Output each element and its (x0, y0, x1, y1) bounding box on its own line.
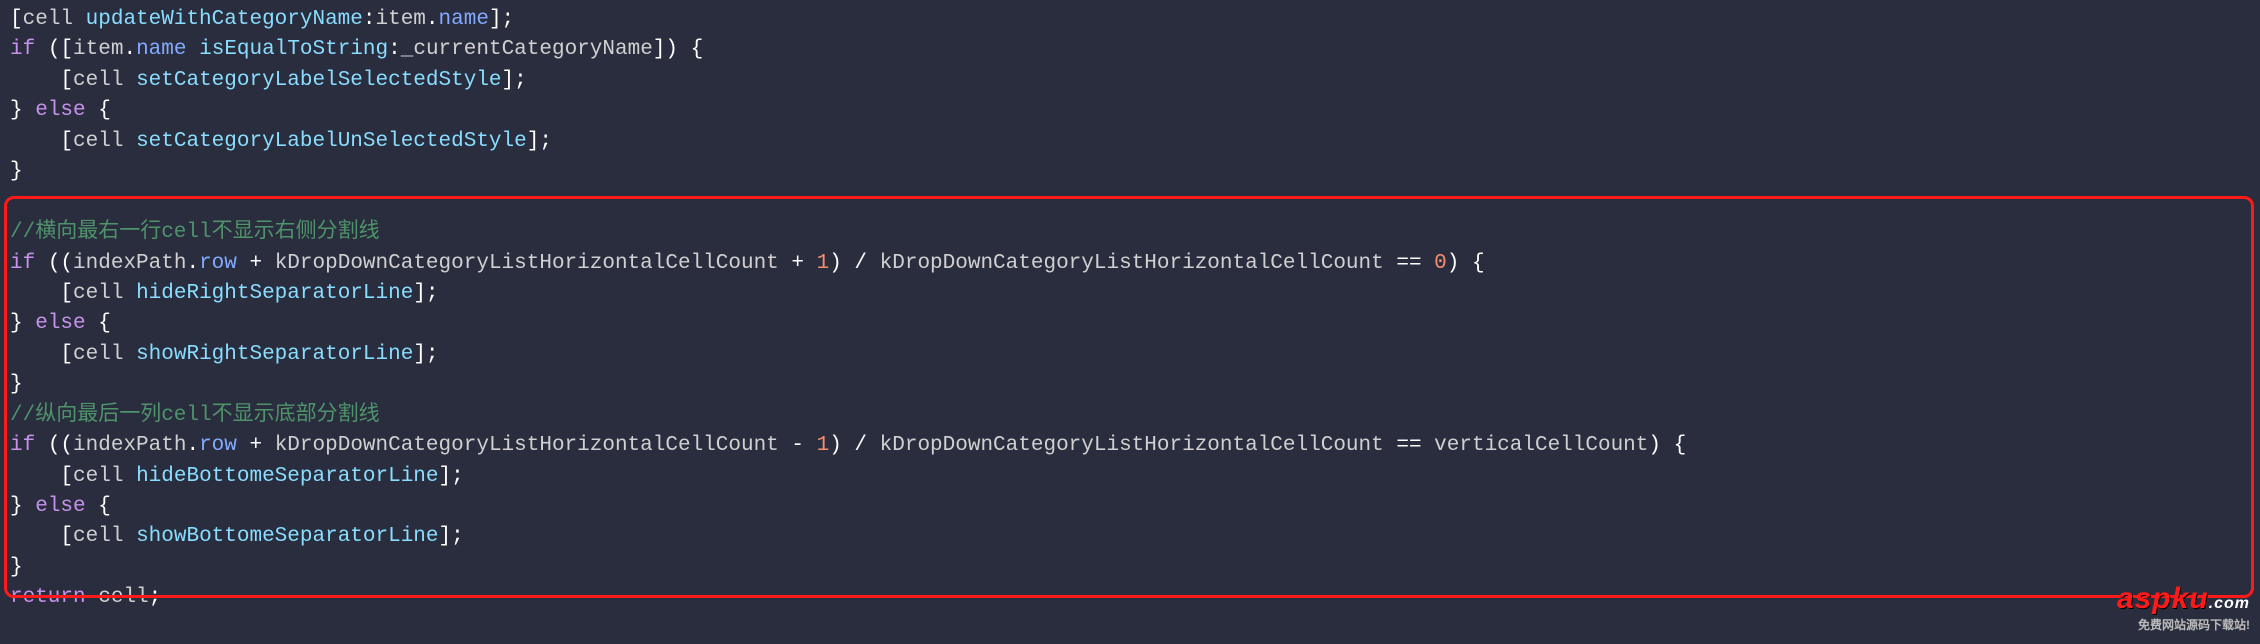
method-call: hideBottomeSeparatorLine (136, 465, 438, 488)
keyword-else: else (35, 495, 85, 518)
keyword-if: if (10, 38, 35, 61)
paren-close: ) / (829, 434, 879, 457)
number: 1 (817, 252, 830, 275)
brace-close: } (10, 99, 23, 122)
bracket-open: [ (60, 343, 73, 366)
bracket-close: ]; (527, 130, 552, 153)
bracket-close: ]; (502, 69, 527, 92)
dot: . (123, 38, 136, 61)
identifier: cell (73, 525, 123, 548)
bracket-open: [ (60, 130, 73, 153)
identifier: _currentCategoryName (401, 38, 653, 61)
keyword-if: if (10, 434, 35, 457)
bracket-close: ]; (439, 465, 464, 488)
watermark-main: aspku (2117, 582, 2209, 615)
comment: //横向最右一行cell不显示右侧分割线 (10, 221, 380, 244)
bracket-close: ]; (489, 8, 514, 31)
identifier: cell (73, 69, 123, 92)
method-call: setCategoryLabelUnSelectedStyle (136, 130, 527, 153)
bracket-open: [ (10, 8, 23, 31)
identifier: cell (23, 8, 73, 31)
brace-open: { (98, 495, 111, 518)
identifier: cell (73, 343, 123, 366)
number: 1 (817, 434, 830, 457)
code-editor-area[interactable]: [cell updateWithCategoryName:item.name];… (0, 0, 2260, 619)
brace-open: { (98, 99, 111, 122)
property: row (199, 434, 237, 457)
paren-close: ) { (1447, 252, 1485, 275)
brace-close: } (10, 373, 23, 396)
brace-close: } (10, 556, 23, 579)
method-call: updateWithCategoryName (86, 8, 363, 31)
method-call: showRightSeparatorLine (136, 343, 413, 366)
brace-close: } (10, 495, 23, 518)
identifier: indexPath (73, 434, 186, 457)
method-call: showBottomeSeparatorLine (136, 525, 438, 548)
keyword-return: return (10, 586, 86, 609)
identifier: cell (73, 465, 123, 488)
keyword-else: else (35, 312, 85, 335)
paren-close: ) / (829, 252, 879, 275)
semicolon: ; (149, 586, 162, 609)
watermark-com: .com (2209, 595, 2250, 612)
bracket-open: [ (60, 69, 73, 92)
keyword-if: if (10, 252, 35, 275)
paren-close: ]) { (653, 38, 703, 61)
brace-close: } (10, 160, 23, 183)
operator: + (237, 252, 275, 275)
identifier: cell (98, 586, 148, 609)
identifier: item (376, 8, 426, 31)
identifier: item (73, 38, 123, 61)
comment: //纵向最后一列cell不显示底部分割线 (10, 404, 380, 427)
brace-open: { (98, 312, 111, 335)
operator: == (1384, 434, 1434, 457)
bracket-open: [ (60, 525, 73, 548)
paren-open: (( (48, 252, 73, 275)
code-content: [cell updateWithCategoryName:item.name];… (10, 5, 2250, 614)
bracket-close: ]; (413, 282, 438, 305)
property: name (136, 38, 186, 61)
identifier: cell (73, 130, 123, 153)
identifier: indexPath (73, 252, 186, 275)
colon: : (363, 8, 376, 31)
identifier: verticalCellCount (1434, 434, 1648, 457)
brace-close: } (10, 312, 23, 335)
number: 0 (1434, 252, 1447, 275)
operator: == (1384, 252, 1434, 275)
constant: kDropDownCategoryListHorizontalCellCount (880, 252, 1384, 275)
colon: : (388, 38, 401, 61)
dot: . (426, 8, 439, 31)
constant: kDropDownCategoryListHorizontalCellCount (275, 434, 779, 457)
paren-open: ([ (48, 38, 73, 61)
constant: kDropDownCategoryListHorizontalCellCount (275, 252, 779, 275)
paren-close: ) { (1648, 434, 1686, 457)
dot: . (186, 434, 199, 457)
property: name (439, 8, 489, 31)
method-call: setCategoryLabelSelectedStyle (136, 69, 501, 92)
method-call: hideRightSeparatorLine (136, 282, 413, 305)
property: row (199, 252, 237, 275)
operator: - (779, 434, 817, 457)
bracket-close: ]; (413, 343, 438, 366)
operator: + (237, 434, 275, 457)
bracket-open: [ (60, 465, 73, 488)
paren-open: (( (48, 434, 73, 457)
operator: + (779, 252, 817, 275)
constant: kDropDownCategoryListHorizontalCellCount (880, 434, 1384, 457)
watermark: aspku.com 免费网站源码下载站! (2117, 577, 2250, 634)
keyword-else: else (35, 99, 85, 122)
identifier: cell (73, 282, 123, 305)
bracket-open: [ (60, 282, 73, 305)
bracket-close: ]; (439, 525, 464, 548)
method-call: isEqualToString (199, 38, 388, 61)
dot: . (186, 252, 199, 275)
